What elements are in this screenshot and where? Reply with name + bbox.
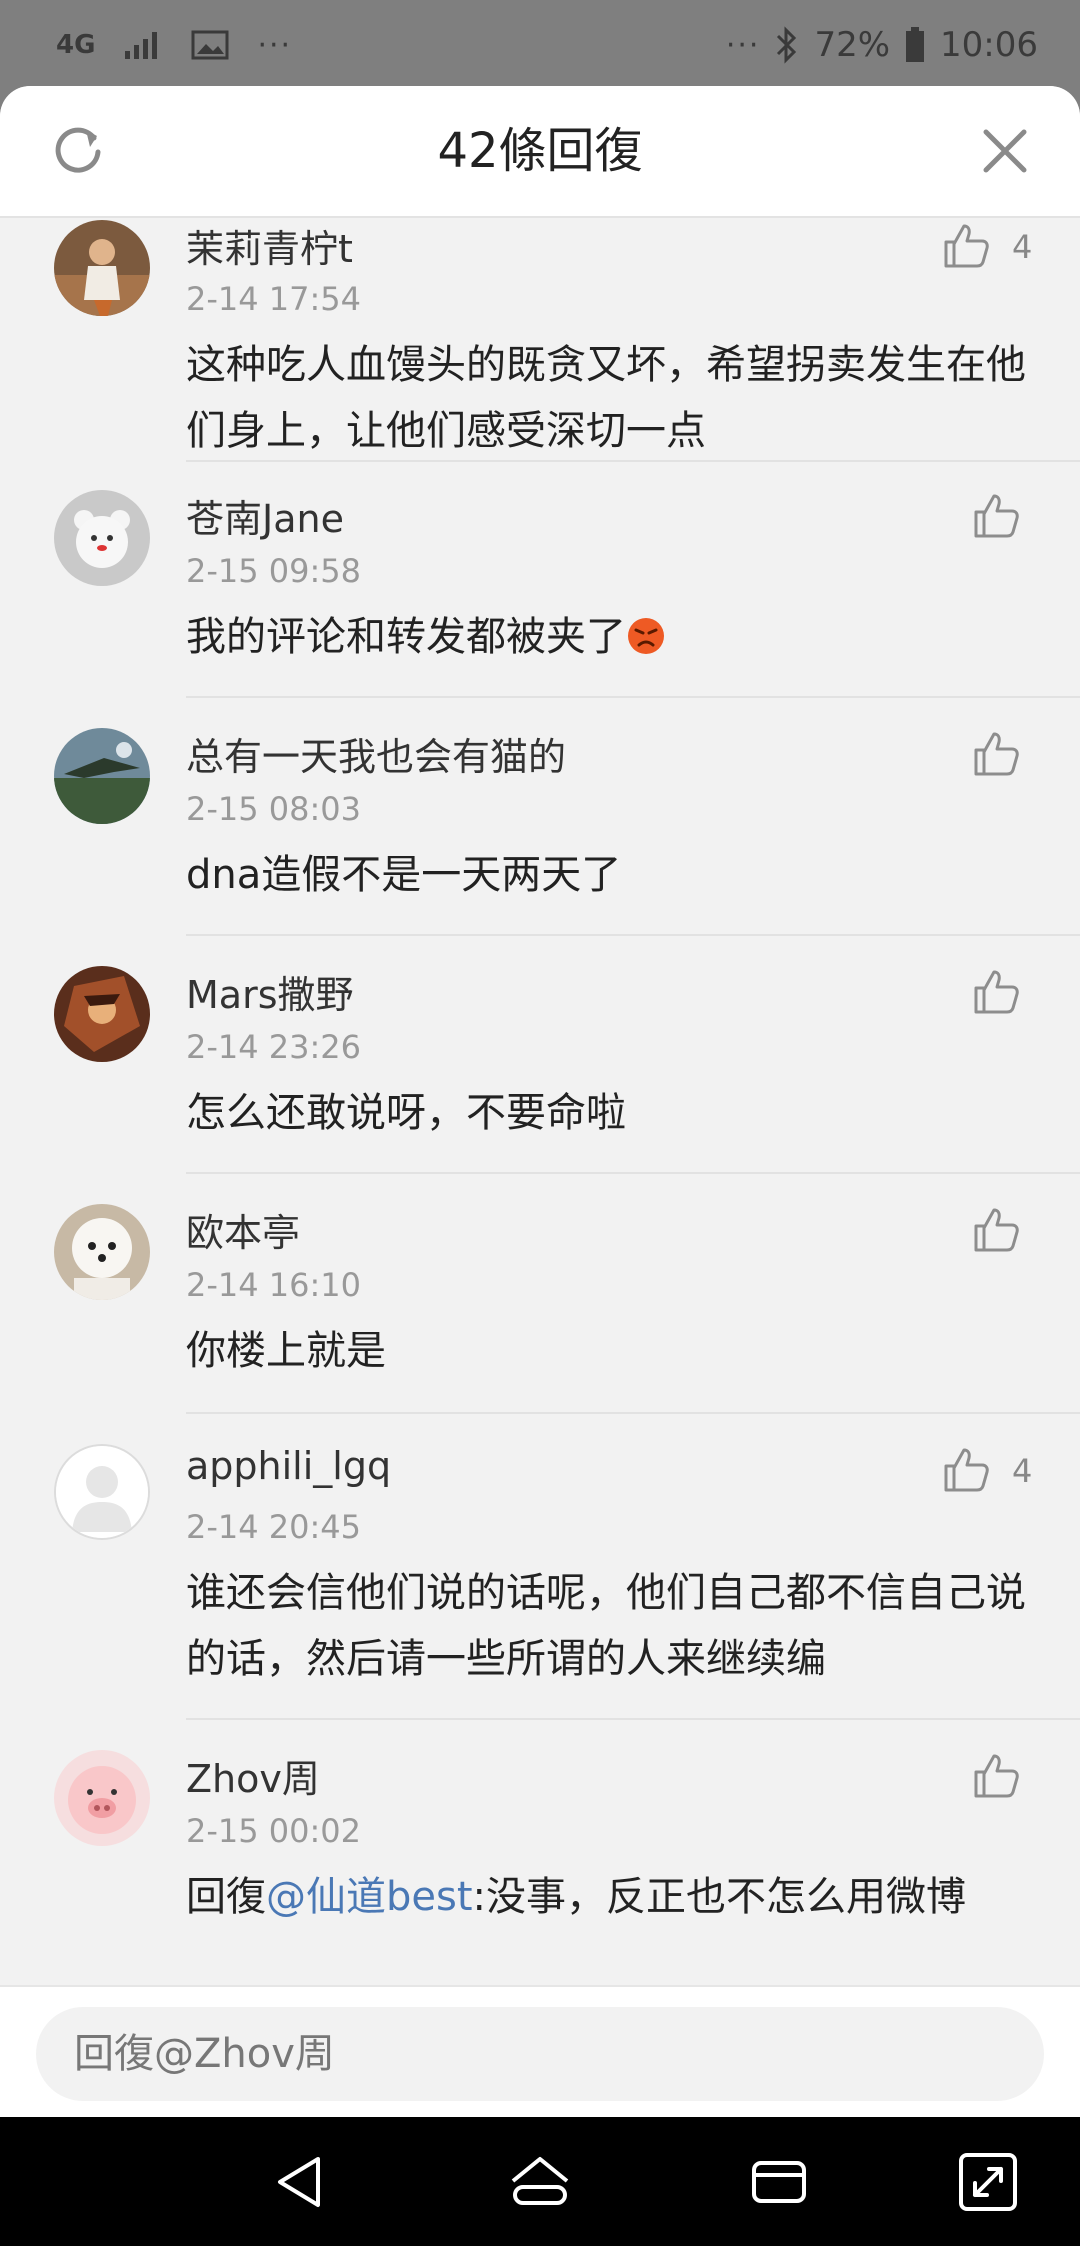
sheet-header: 42條回復 [0,86,1080,218]
username[interactable]: 苍南Jane [186,488,344,543]
mention-link[interactable]: @仙道best [266,1874,473,1920]
comment-item: Mars撒野 2-14 23:26 怎么还敢说呀，不要命啦 [0,936,1080,1174]
avatar-default-image [56,1446,148,1538]
more-icon: ··· [257,27,293,63]
comment-item: 苍南Jane 2-15 09:58 我的评论和转发都被夹了 [0,460,1080,698]
avatar[interactable] [54,728,150,824]
comment-text-body: :没事，反正也不怎么用微博 [472,1874,967,1920]
comment-text: 回復@仙道best:没事，反正也不怎么用微博 [186,1864,1036,1930]
sheet-title: 42條回復 [437,123,643,179]
timestamp: 2-15 09:58 [186,552,362,590]
bluetooth-icon [777,26,797,64]
comment-text: 你楼上就是 [186,1328,386,1374]
system-nav-bar [0,2117,1080,2246]
like-count: 4 [1012,228,1033,266]
comment-text: 怎么还敢说呀，不要命啦 [186,1090,626,1136]
comment-text: 谁还会信他们说的话呢，他们自己都不信自己说的话，然后请一些所谓的人来继续编 [186,1570,1026,1682]
avatar-anime-image [54,966,150,1062]
signal-icon [125,32,158,59]
avatar[interactable] [54,220,150,316]
avatar[interactable] [54,1750,150,1846]
comment-text: 我的评论和转发都被夹了 [186,604,1036,670]
username[interactable]: 总有一天我也会有猫的 [186,726,566,781]
avatar[interactable] [54,1204,150,1300]
avatar[interactable] [54,1444,150,1540]
avatar-woman-image [54,220,150,316]
like-count: 4 [1012,1452,1033,1490]
avatar[interactable] [54,966,150,1062]
comment-item: 茉莉青柠t 2-14 17:54 这种吃人血馒头的既贪又坏，希望拐卖发生在他们身… [0,218,1080,468]
battery-icon [906,27,925,62]
reply-bar [0,1985,1080,2119]
username[interactable]: 茉莉青柠t [186,218,353,273]
comment-text: dna造假不是一天两天了 [186,852,622,898]
reply-prefix: 回復 [186,1874,266,1920]
thumbs-up-icon[interactable] [940,1444,992,1496]
comment-item: 总有一天我也会有猫的 2-15 08:03 dna造假不是一天两天了 [0,698,1080,936]
thumbs-up-icon[interactable] [970,490,1022,542]
avatar-landscape-image [54,728,150,824]
status-bar: 4G ··· ··· 72% 10:06 [0,0,1080,90]
battery-percent: 72% [814,25,891,65]
timestamp: 2-14 20:45 [186,1508,362,1546]
close-icon[interactable] [978,124,1032,178]
avatar[interactable] [54,490,150,586]
comment-text: 这种吃人血馒头的既贪又坏，希望拐卖发生在他们身上，让他们感受深切一点 [186,342,1026,454]
thumbs-up-icon[interactable] [970,1750,1022,1802]
more-icon-right: ··· [725,27,761,63]
comments-sheet: 42條回復 茉莉青柠t 2-14 17:54 这种吃人血馒头的既贪又坏，希望拐卖… [0,86,1080,2116]
avatar-bear-image [54,490,150,586]
thumbs-up-icon[interactable] [970,966,1022,1018]
timestamp: 2-14 17:54 [186,280,362,318]
network-4g-icon: 4G [56,30,96,60]
comment-item: apphili_lgq 2-14 20:45 谁还会信他们说的话呢，他们自己都不… [0,1414,1080,1720]
username[interactable]: 欧本亭 [186,1202,300,1257]
clock: 10:06 [940,25,1038,65]
home-icon[interactable] [505,2147,575,2217]
timestamp: 2-14 16:10 [186,1266,362,1304]
angry-face-emoji [628,618,664,654]
reply-input[interactable] [36,2007,1044,2101]
thumbs-up-icon[interactable] [970,728,1022,780]
comment-list[interactable]: 茉莉青柠t 2-14 17:54 这种吃人血馒头的既贪又坏，希望拐卖发生在他们身… [0,218,1080,2074]
avatar-dog-image [54,1204,150,1300]
thumbs-up-icon[interactable] [970,1204,1022,1256]
image-icon [191,30,229,60]
expand-icon[interactable] [953,2147,1023,2217]
timestamp: 2-15 08:03 [186,790,362,828]
comment-item: 欧本亭 2-14 16:10 你楼上就是 [0,1174,1080,1414]
recents-icon[interactable] [744,2147,814,2217]
avatar-pig-image [54,1750,150,1846]
thumbs-up-icon[interactable] [940,220,992,272]
back-icon[interactable] [266,2147,336,2217]
username[interactable]: Zhov周 [186,1748,320,1803]
comment-text-body: 我的评论和转发都被夹了 [186,614,626,660]
username[interactable]: Mars撒野 [186,964,354,1019]
timestamp: 2-15 00:02 [186,1812,362,1850]
username[interactable]: apphili_lgq [186,1444,391,1488]
timestamp: 2-14 23:26 [186,1028,362,1066]
